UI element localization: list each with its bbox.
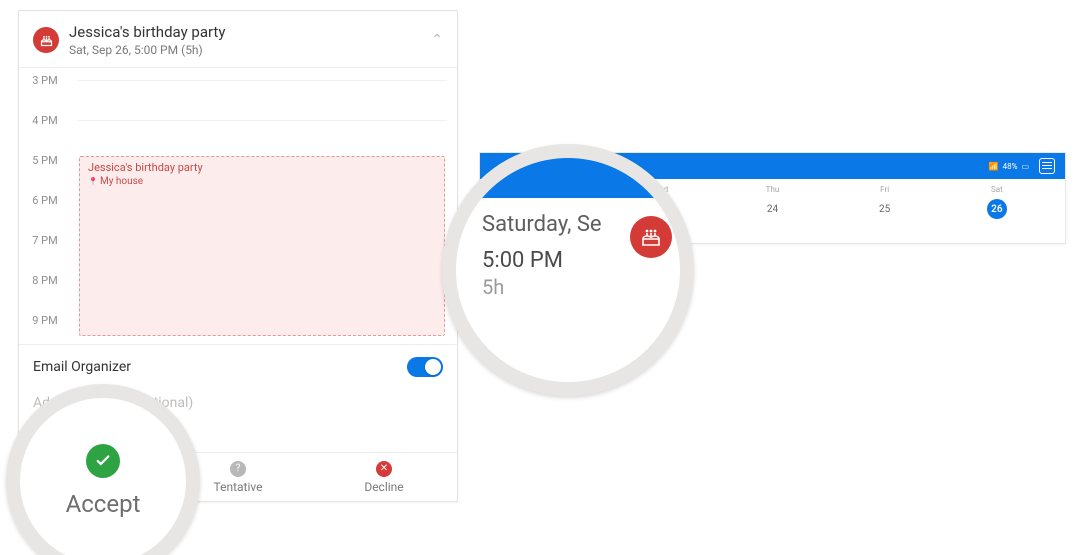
email-organizer-label: Email Organizer [33, 359, 131, 375]
day-col[interactable]: Fri 25 [867, 185, 903, 225]
callout-duration: 5h [482, 275, 602, 299]
day-col[interactable]: Sat 26 [979, 185, 1015, 225]
battery-icon: ▭ [1021, 162, 1029, 171]
event-location: My house [88, 176, 436, 187]
battery-percent: 48% [1003, 162, 1018, 171]
accept-label-zoom: Accept [66, 490, 141, 518]
email-organizer-row: Email Organizer [19, 344, 457, 389]
invite-header[interactable]: Jessica's birthday party Sat, Sep 26, 5:… [19, 11, 457, 67]
hour-row: 3 PM [19, 74, 457, 114]
email-organizer-toggle[interactable] [407, 357, 443, 377]
cake-icon [33, 27, 59, 53]
wifi-icon: 📶 [989, 162, 999, 171]
cake-icon [630, 216, 672, 258]
question-icon: ? [230, 461, 246, 477]
callout-time: 5:00 PM [482, 248, 602, 274]
invite-subtitle: Sat, Sep 26, 5:00 PM (5h) [69, 43, 225, 57]
status-bar: 📶 48% ▭ [989, 162, 1029, 171]
event-title: Jessica's birthday party [88, 161, 436, 174]
invite-title: Jessica's birthday party [69, 23, 225, 41]
callout-sat-body: Saturday, Se 5:00 PM 5h [456, 198, 680, 382]
event-block[interactable]: Jessica's birthday party My house [79, 156, 445, 336]
chevron-up-icon[interactable]: ⌃ [431, 32, 443, 48]
hour-row: 4 PM [19, 114, 457, 154]
check-icon [86, 444, 120, 478]
rsvp-decline-button[interactable]: ✕ Decline [311, 453, 457, 501]
callout-saturday-event: Saturday, Se 5:00 PM 5h [442, 144, 694, 396]
agenda-icon[interactable] [1039, 158, 1055, 174]
schedule[interactable]: 3 PM 4 PM 5 PM 6 PM 7 PM 8 PM 9 PM Jessi… [19, 67, 457, 344]
callout-day-title: Saturday, Se [482, 212, 602, 238]
day-col[interactable]: Thu 24 [754, 185, 790, 225]
x-icon: ✕ [376, 461, 392, 477]
